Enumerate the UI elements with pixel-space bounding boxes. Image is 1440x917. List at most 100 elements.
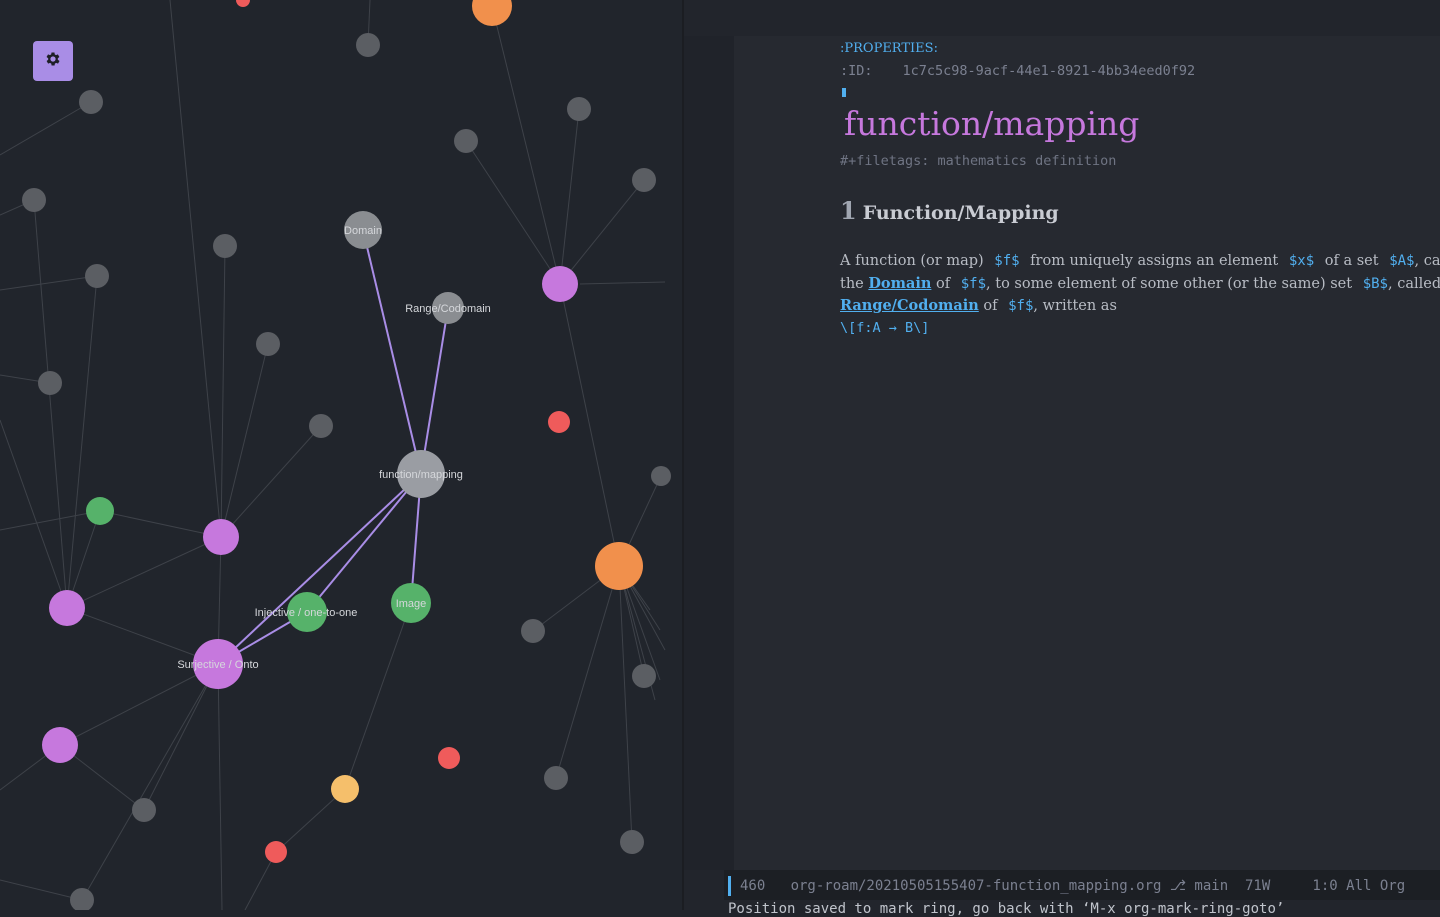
graph-node-r1[interactable] [548,411,570,433]
link-domain[interactable]: Domain [868,275,931,292]
graph-node-g14[interactable] [632,664,656,688]
heading-number: 1 [840,196,857,225]
graph-edge [220,343,269,538]
graph-edge [169,0,222,538]
graph-edge [579,281,666,285]
graph-node-g3[interactable] [567,97,591,121]
text-cursor [842,88,846,97]
graph-edge [559,179,645,285]
graph-node-g9[interactable] [256,332,280,356]
graph-edge [559,108,580,285]
echo-area-message: Position saved to mark ring, go back wit… [728,901,1285,917]
graph-node-g13[interactable] [521,619,545,643]
graph-edge [0,101,92,156]
graph-edge-highlight [362,229,422,475]
graph-node-g18[interactable] [70,888,94,910]
graph-node-g4[interactable] [454,129,478,153]
graph-node-o1[interactable] [472,0,512,26]
graph-nodes[interactable] [22,0,671,910]
graph-node-p2[interactable] [203,519,239,555]
graph-edge [0,419,68,609]
paragraph-line: A function (or map) $f$ from uniquely as… [840,253,1440,269]
gear-icon [44,50,62,73]
graph-edge [66,275,98,609]
graph-canvas[interactable]: Domain Range/Codomain function/mapping Inje… [0,0,682,910]
inline-math: $A$ [1389,253,1415,269]
graph-edge [465,140,561,285]
graph-node-p1[interactable] [542,266,578,302]
graph-node-p4[interactable] [42,727,78,763]
paragraph-text: , written as [1033,298,1117,314]
graph-edge [275,788,346,853]
graph-label-injective[interactable]: Injective / one-to-one [255,607,358,619]
graph-node-g6[interactable] [22,188,46,212]
graph-settings-button[interactable] [33,41,73,81]
graph-view[interactable]: Domain Range/Codomain function/mapping Inje… [0,0,682,910]
modeline: 460 org-roam/20210505155407-function_map… [724,870,1440,900]
graph-node-p3[interactable] [49,590,85,626]
graph-edge [217,663,223,910]
graph-edge [0,879,83,901]
graph-node-g8[interactable] [85,264,109,288]
graph-label-domain[interactable]: Domain [344,225,382,237]
modeline-indicator [728,876,731,896]
graph-edge [66,536,222,609]
inline-math: $B$ [1362,276,1388,292]
graph-node-g5[interactable] [632,168,656,192]
graph-edge-highlight [420,307,449,475]
graph-edge [0,510,101,531]
graph-label-center[interactable]: function/mapping [379,469,463,481]
graph-node-g12[interactable] [651,466,671,486]
latex-display-math: \[f:A → B\] [840,320,930,336]
properties-drawer-label[interactable]: :PROPERTIES: [840,41,938,56]
graph-node-g10[interactable] [38,371,62,395]
link-range-codomain[interactable]: Range/Codomain [840,297,979,314]
paragraph-line: Range/Codomain of $f$, written as [840,297,1117,314]
graph-edge [220,245,226,538]
paragraph-text: A function (or map) [840,253,984,269]
graph-edge [491,5,561,285]
inline-math: $f$ [960,276,987,292]
paragraph-text: , called [1388,276,1440,292]
heading-text: Function/Mapping [862,202,1059,224]
paragraph-text: of [983,298,998,314]
property-id-value: 1c7c5c98-9acf-44e1-8921-4bb34eed0f92 [902,63,1196,79]
document-title: function/mapping [844,104,1140,143]
paragraph-text: , to some element of some other (or the … [986,276,1353,292]
graph-label-surjective[interactable]: Surjective / Onto [177,659,258,671]
graph-edge [99,510,222,538]
graph-edge [220,425,322,538]
graph-edge [0,275,98,291]
paragraph-text: , ca [1414,253,1440,269]
graph-node-r2[interactable] [438,747,460,769]
inline-math: $f$ [994,253,1020,269]
graph-node-g17[interactable] [620,830,644,854]
graph-edge [33,199,68,609]
paragraph-line: the Domain of $f$, to some element of so… [840,275,1440,292]
graph-node-y1[interactable] [331,775,359,803]
graph-node-g1[interactable] [356,33,380,57]
graph-node-r3[interactable] [265,841,287,863]
graph-node-g15[interactable] [544,766,568,790]
graph-node-gr1[interactable] [86,497,114,525]
heading-function-mapping[interactable]: 1 Function/Mapping [840,196,1059,225]
graph-node-o2[interactable] [595,542,643,590]
property-id-key: :ID: [840,63,873,79]
graph-node-g11[interactable] [309,414,333,438]
graph-node-g2[interactable] [79,90,103,114]
editor-window[interactable]: :PROPERTIES: :ID: 1c7c5c98-9acf-44e1-8921… [684,0,1440,910]
inline-math: $f$ [1008,298,1034,314]
graph-node-g7[interactable] [213,234,237,258]
graph-edge [344,602,412,790]
graph-node-r0[interactable] [236,0,250,7]
graph-node-g16[interactable] [132,798,156,822]
graph-label-image[interactable]: Image [396,598,427,610]
graph-label-range[interactable]: Range/Codomain [405,303,491,315]
graph-edge-highlight [217,473,422,665]
paragraph-text: from uniquely assigns an element [1030,253,1279,269]
property-id-row: :ID: 1c7c5c98-9acf-44e1-8921-4bb34eed0f92 [840,63,1195,79]
paragraph-text: of a set [1324,253,1379,269]
inline-math: $x$ [1288,253,1315,269]
paragraph-text: of [936,276,951,292]
editor-fringe [684,36,734,870]
